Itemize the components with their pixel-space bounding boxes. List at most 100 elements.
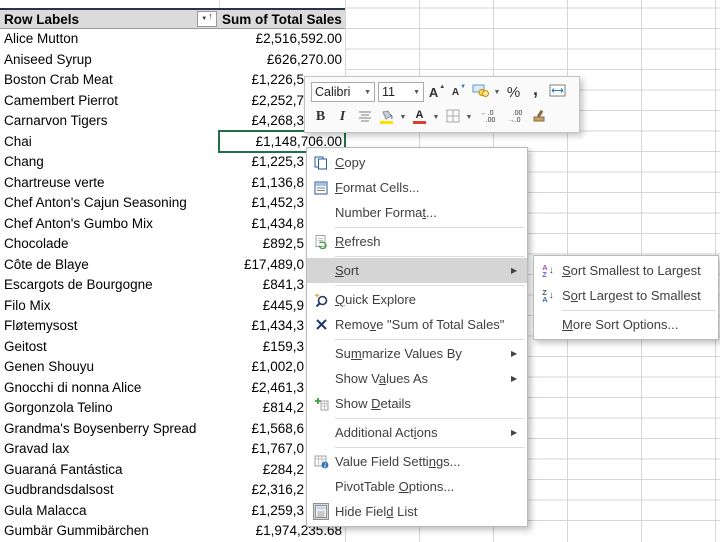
values-header-cell[interactable]: Sum of Total Sales [219,12,345,27]
row-label-cell[interactable]: Camembert Pierrot [0,91,219,112]
pivot-table: Row Labels ▼ ↑ Sum of Total Sales Alice … [0,8,345,542]
sort-submenu-item-sort-largest-to-smallest[interactable]: ZA↓Sort Largest to Smallest [534,283,718,308]
context-menu-item-value-field-settings[interactable]: iValue Field Settings... [307,449,527,474]
context-menu-item-pivottable-options[interactable]: PivotTable Options... [307,474,527,499]
pivot-row-chang: Chang£1,225,3 [0,152,345,173]
format-painter-button[interactable] [530,107,549,128]
center-align-icon [358,110,372,125]
svg-text:i: i [324,462,326,468]
pivot-row-chocolade: Chocolade£892,5 [0,234,345,255]
context-menu-separator [335,256,525,257]
context-menu-item-refresh[interactable]: Refresh [307,229,527,254]
row-label-cell[interactable]: Chef Anton's Cajun Seasoning [0,193,219,214]
merge-center-icon [549,84,566,100]
row-label-cell[interactable]: Carnarvon Tigers [0,111,219,132]
font-size-combo[interactable]: 11 ▼ [378,82,424,102]
context-menu-item-summarize-values-by[interactable]: Summarize Values By▶ [307,341,527,366]
comma-icon: , [533,84,538,94]
context-menu-item-hide-field-list[interactable]: Hide Field List [307,499,527,524]
bold-button[interactable]: B [311,107,330,128]
row-labels-header-cell[interactable]: Row Labels ▼ ↑ [0,10,219,28]
row-label-cell[interactable]: Chef Anton's Gumbo Mix [0,214,219,235]
font-name-combo[interactable]: Calibri ▼ [311,82,375,102]
row-label-cell[interactable]: Guaraná Fantástica [0,460,219,481]
accounting-format-dropdown[interactable]: ▼ [493,89,501,96]
row-label-cell[interactable]: Escargots de Bourgogne [0,275,219,296]
sort-desc-icon: ZA↓ [534,289,562,303]
row-label-cell[interactable]: Chai [0,132,219,153]
center-align-button[interactable] [355,107,374,128]
context-menu-item-quick-explore[interactable]: Quick Explore [307,287,527,312]
row-label-cell[interactable]: Gudbrandsdalsost [0,480,219,501]
increase-font-size-button[interactable]: A▲ [427,82,446,103]
sort-submenu-item-more-sort-options[interactable]: More Sort Options... [534,312,718,337]
quick-explore-icon [307,292,335,307]
font-color-button[interactable]: A [410,107,429,128]
increase-decimal-button[interactable]: ←.0.00 [476,107,500,128]
pivot-row-boston-crab-meat: Boston Crab Meat£1,226,5 [0,70,345,91]
row-label-cell[interactable]: Geitost [0,337,219,358]
menu-item-label: Show Details [335,396,511,411]
decrease-decimal-button[interactable]: .00→.0 [503,107,527,128]
borders-button[interactable] [443,107,462,128]
decrease-font-size-button[interactable]: A▼ [449,82,468,103]
percent-style-button[interactable]: % [504,82,523,103]
row-label-cell[interactable]: Gnocchi di nonna Alice [0,378,219,399]
row-label-cell[interactable]: Filo Mix [0,296,219,317]
hide-field-list-icon [307,503,335,520]
bold-icon: B [316,109,325,125]
pivot-rows: Alice Mutton£2,516,592.00Aniseed Syrup£6… [0,29,345,542]
accounting-format-icon [472,84,489,100]
menu-item-label: Summarize Values By [335,346,511,361]
menu-item-label: Sort Smallest to Largest [562,263,702,278]
context-menu-item-sort[interactable]: Sort▶ [307,258,527,283]
row-label-cell[interactable]: Fløtemysost [0,316,219,337]
pivot-row-aniseed-syrup: Aniseed Syrup£626,270.00 [0,50,345,71]
row-label-cell[interactable]: Aniseed Syrup [0,50,219,71]
row-label-cell[interactable]: Chang [0,152,219,173]
values-header-text: Sum of Total Sales [222,12,342,27]
pivot-row-grandma-s-boysenberry-spread: Grandma's Boysenberry Spread£1,568,6 [0,419,345,440]
row-label-cell[interactable]: Boston Crab Meat [0,70,219,91]
pivot-row-guaran-fant-stica: Guaraná Fantástica£284,2 [0,460,345,481]
font-color-dropdown[interactable]: ▼ [432,114,440,121]
merge-center-button[interactable] [548,82,567,103]
context-menu-item-copy[interactable]: Copy [307,150,527,175]
context-menu-item-format-cells[interactable]: Format Cells... [307,175,527,200]
comma-style-button[interactable]: , [526,82,545,103]
sort-submenu-item-sort-smallest-to-largest[interactable]: AZ↓Sort Smallest to Largest [534,258,718,283]
row-label-cell[interactable]: Chocolade [0,234,219,255]
dropdown-arrow-icon: ▼ [201,16,207,22]
menu-item-label: More Sort Options... [562,317,702,332]
row-label-cell[interactable]: Gorgonzola Telino [0,398,219,419]
fill-color-icon [380,110,394,124]
row-label-cell[interactable]: Gula Malacca [0,501,219,522]
pivot-row-carnarvon-tigers: Carnarvon Tigers£4,268,3 [0,111,345,132]
row-label-cell[interactable]: Grandma's Boysenberry Spread [0,419,219,440]
fill-color-dropdown[interactable]: ▼ [399,114,407,121]
row-label-cell[interactable]: Gumbär Gummibärchen [0,521,219,542]
row-label-cell[interactable]: Alice Mutton [0,29,219,50]
context-menu-item-additional-actions[interactable]: Additional Actions▶ [307,420,527,445]
row-label-cell[interactable]: Gravad lax [0,439,219,460]
italic-icon: I [340,109,345,125]
value-cell[interactable]: £2,516,592.00 [219,29,345,50]
context-menu-item-show-details[interactable]: Show Details [307,391,527,416]
value-cell[interactable]: £626,270.00 [219,50,345,71]
context-menu-item-number-format[interactable]: Number Format... [307,200,527,225]
context-menu-item-remove-sum-of-total-sales[interactable]: Remove "Sum of Total Sales" [307,312,527,337]
row-label-cell[interactable]: Côte de Blaye [0,255,219,276]
context-menu-item-show-values-as[interactable]: Show Values As▶ [307,366,527,391]
copy-icon [307,156,335,170]
sheet-top-row [0,0,345,8]
accounting-format-button[interactable] [471,82,490,103]
menu-item-label: Additional Actions [335,425,511,440]
italic-button[interactable]: I [333,107,352,128]
font-size-value: 11 [382,85,395,99]
row-labels-sort-filter-button[interactable]: ▼ ↑ [197,11,217,27]
row-label-cell[interactable]: Chartreuse verte [0,173,219,194]
show-details-icon [307,397,335,411]
borders-dropdown[interactable]: ▼ [465,114,473,121]
fill-color-button[interactable] [377,107,396,128]
row-label-cell[interactable]: Genen Shouyu [0,357,219,378]
